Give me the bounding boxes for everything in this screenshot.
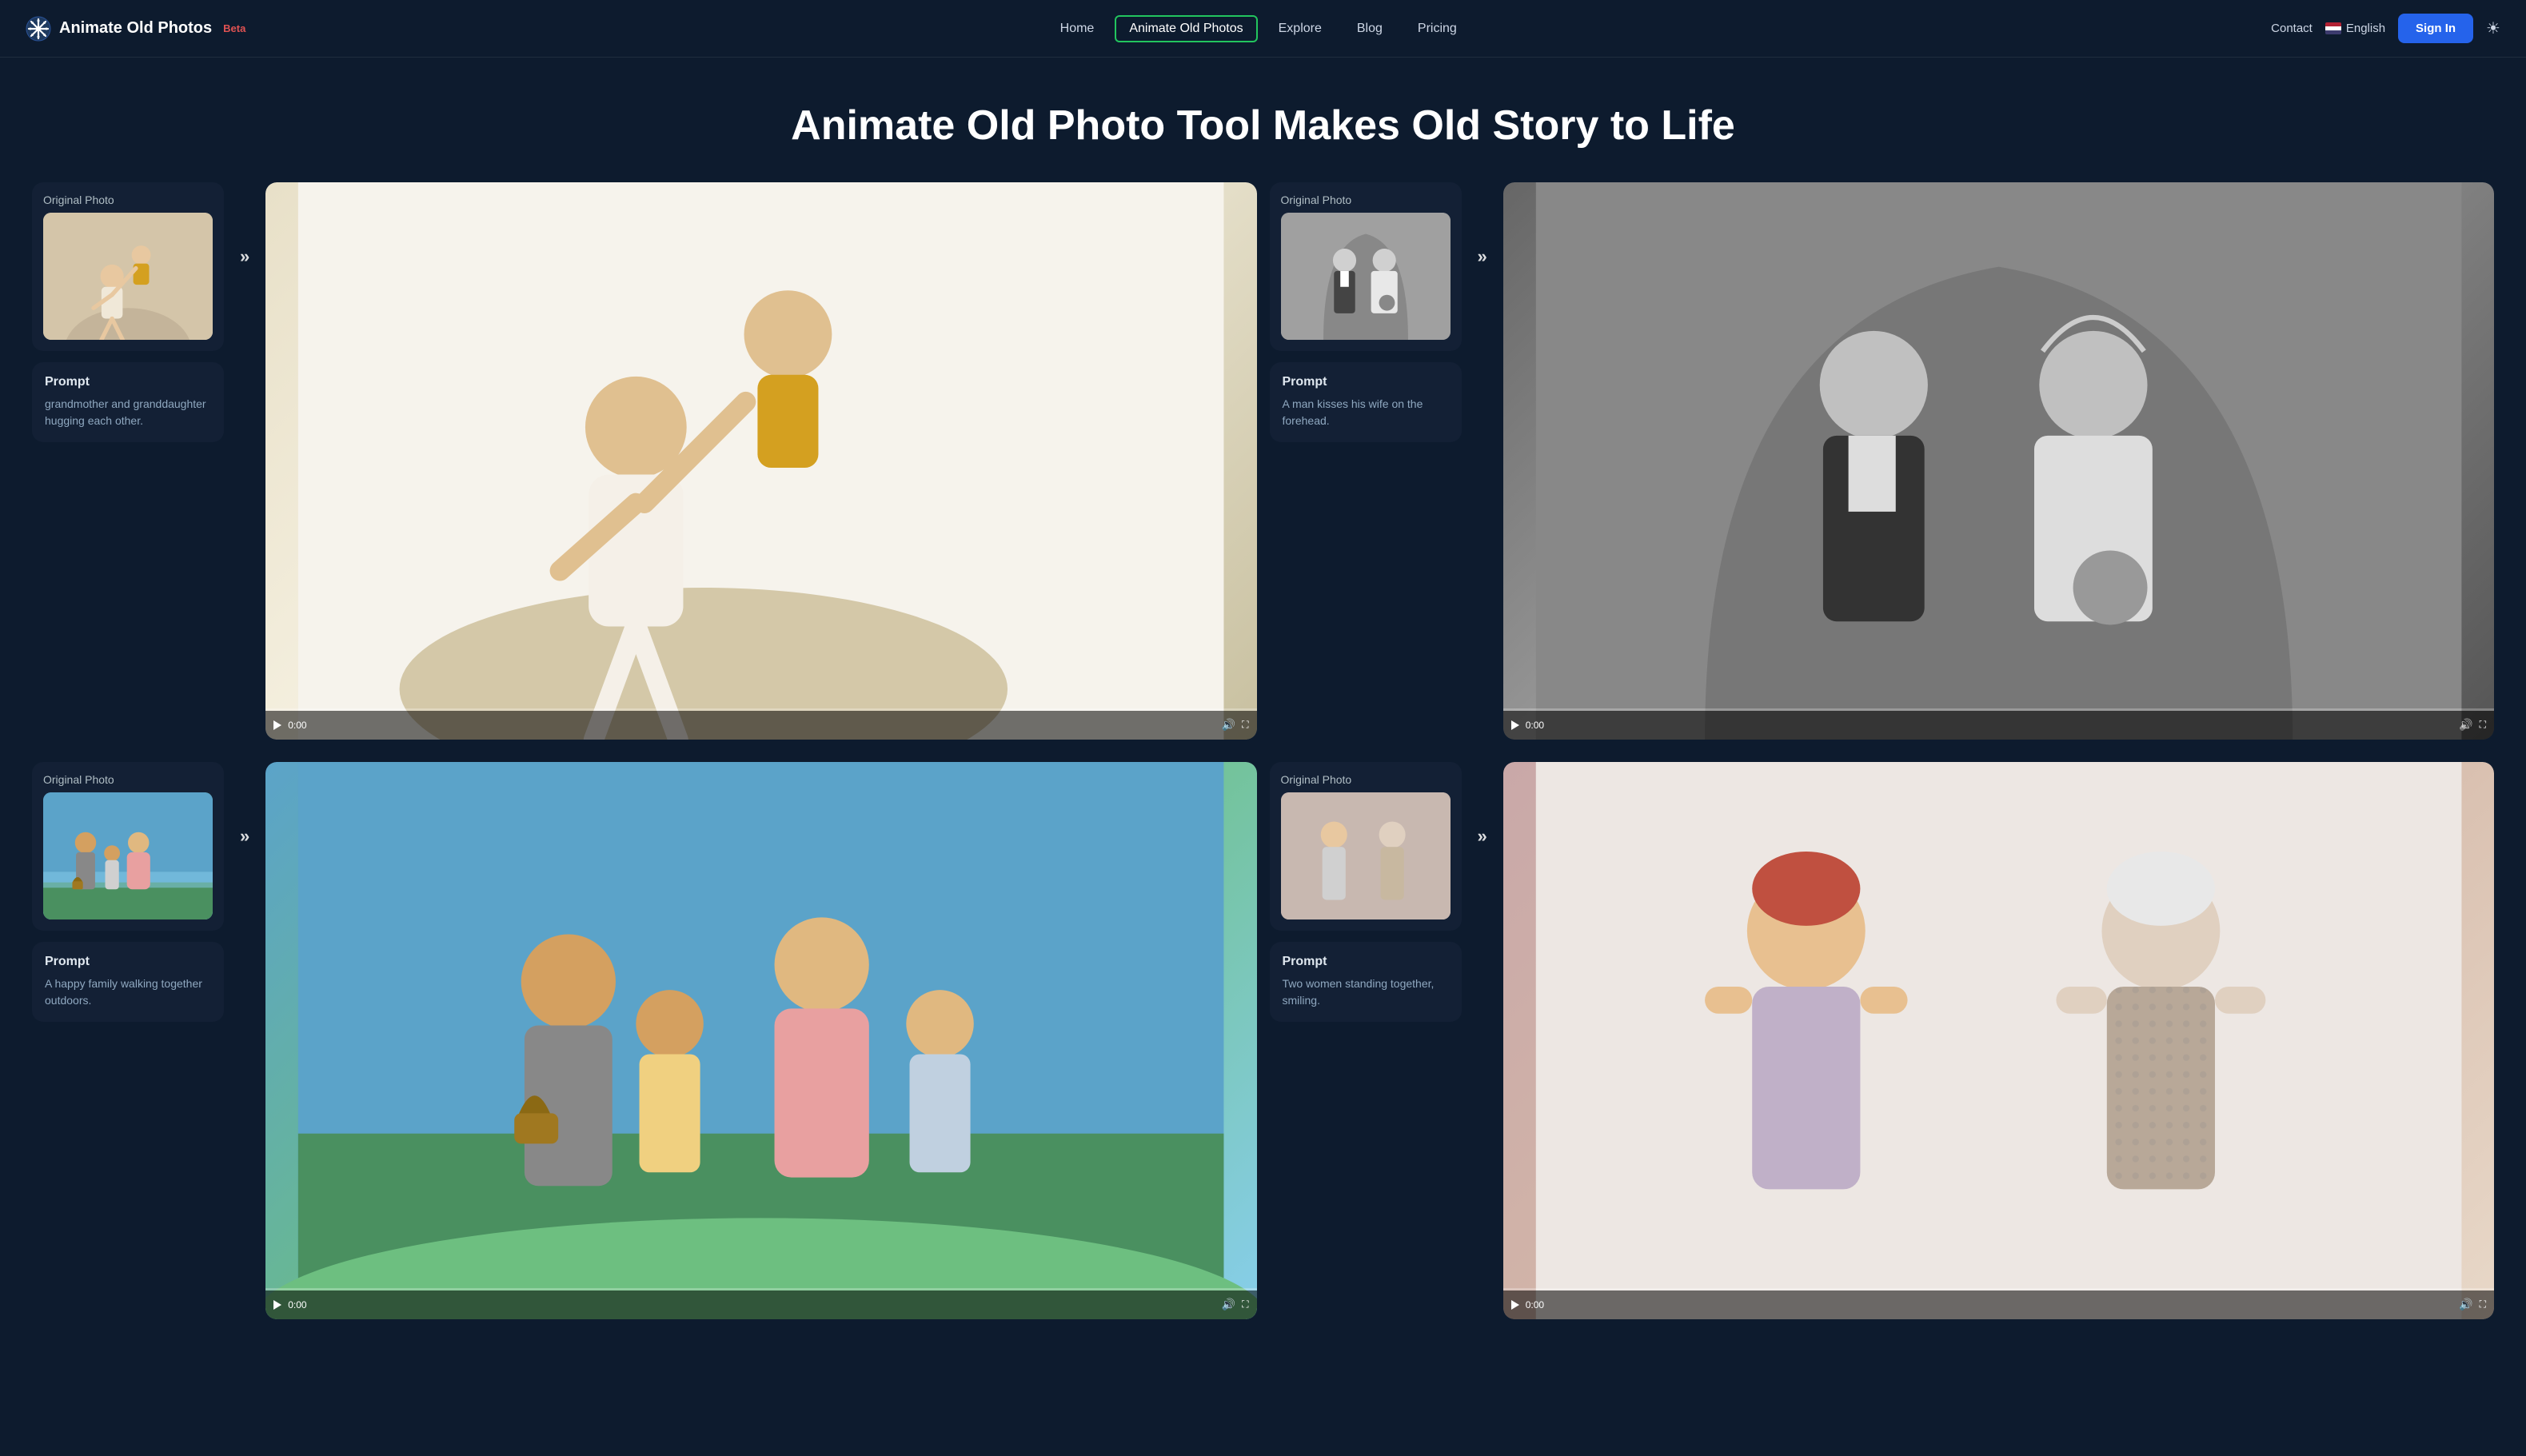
video-time-3: 0:00 xyxy=(288,1299,306,1310)
video-container-1: 0:00 🔊 ⛶ xyxy=(265,182,1256,740)
logo-icon xyxy=(26,16,51,42)
original-photo-img-3 xyxy=(43,792,213,919)
nav-pricing[interactable]: Pricing xyxy=(1403,15,1471,42)
original-photo-label-1: Original Photo xyxy=(43,193,213,206)
sign-in-button[interactable]: Sign In xyxy=(2398,14,2473,43)
language-label: English xyxy=(2346,22,2385,35)
prompt-title-2: Prompt xyxy=(1283,375,1449,389)
play-button-3[interactable] xyxy=(273,1300,281,1310)
video-card-2: 0:00 🔊 ⛶ xyxy=(1503,182,2494,740)
video-time-1: 0:00 xyxy=(288,720,306,731)
original-photo-label-2: Original Photo xyxy=(1281,193,1451,206)
nav-home[interactable]: Home xyxy=(1046,15,1109,42)
arrow-1: » xyxy=(237,182,253,267)
prompt-card-2: Prompt A man kisses his wife on the fore… xyxy=(1270,362,1462,442)
play-button-2[interactable] xyxy=(1511,720,1519,730)
language-selector[interactable]: English xyxy=(2325,22,2385,35)
video-player-3[interactable]: 0:00 🔊 ⛶ xyxy=(265,762,1256,1319)
video-controls-2: 0:00 🔊 ⛶ xyxy=(1503,711,2494,740)
video-controls-3: 0:00 🔊 ⛶ xyxy=(265,1290,1256,1319)
prompt-title-4: Prompt xyxy=(1283,955,1449,969)
nav-right: Contact English Sign In ☀ xyxy=(2271,14,2500,43)
video-controls-1: 0:00 🔊 ⛶ xyxy=(265,711,1256,740)
original-photo-img-2 xyxy=(1281,213,1451,340)
nav-animate[interactable]: Animate Old Photos xyxy=(1115,15,1257,42)
prompt-text-4: Two women standing together, smiling. xyxy=(1283,975,1449,1009)
fullscreen-icon-2[interactable]: ⛶ xyxy=(2480,719,2486,731)
video-time-2: 0:00 xyxy=(1526,720,1544,731)
hero-section: Animate Old Photo Tool Makes Old Story t… xyxy=(0,58,2526,182)
video-card-4: 0:00 🔊 ⛶ xyxy=(1503,762,2494,1319)
arrow-3: » xyxy=(237,762,253,847)
fullscreen-icon-4[interactable]: ⛶ xyxy=(2480,1298,2486,1310)
video-card-1: 0:00 🔊 ⛶ xyxy=(265,182,1256,740)
prompt-title-1: Prompt xyxy=(45,375,211,389)
original-photo-img-4 xyxy=(1281,792,1451,919)
video-container-2: 0:00 🔊 ⛶ xyxy=(1503,182,2494,740)
nav-links: Home Animate Old Photos Explore Blog Pri… xyxy=(1046,15,1471,42)
volume-icon-1[interactable]: 🔊 xyxy=(1222,718,1235,732)
prompt-title-3: Prompt xyxy=(45,955,211,969)
fullscreen-icon-1[interactable]: ⛶ xyxy=(1242,719,1248,731)
video-container-3: 0:00 🔊 ⛶ xyxy=(265,762,1256,1319)
play-button-4[interactable] xyxy=(1511,1300,1519,1310)
original-photo-img-1 xyxy=(43,213,213,340)
prompt-card-1: Prompt grandmother and granddaughter hug… xyxy=(32,362,224,442)
nav-blog[interactable]: Blog xyxy=(1343,15,1397,42)
prompt-text-1: grandmother and granddaughter hugging ea… xyxy=(45,396,211,429)
logo-text: Animate Old Photos xyxy=(59,19,212,38)
prompt-card-3: Prompt A happy family walking together o… xyxy=(32,942,224,1022)
nav-explore[interactable]: Explore xyxy=(1264,15,1336,42)
video-card-3: 0:00 🔊 ⛶ xyxy=(265,762,1256,1319)
navbar: Animate Old Photos Beta Home Animate Old… xyxy=(0,0,2526,58)
video-player-1[interactable]: 0:00 🔊 ⛶ xyxy=(265,182,1256,740)
logo[interactable]: Animate Old Photos Beta xyxy=(26,16,245,42)
flag-icon xyxy=(2325,22,2341,34)
original-photo-label-4: Original Photo xyxy=(1281,773,1451,786)
prompt-text-3: A happy family walking together outdoors… xyxy=(45,975,211,1009)
fullscreen-icon-3[interactable]: ⛶ xyxy=(1242,1298,1248,1310)
original-photo-label-3: Original Photo xyxy=(43,773,213,786)
video-container-4: 0:00 🔊 ⛶ xyxy=(1503,762,2494,1319)
photo-card-4: Original Photo xyxy=(1270,762,1462,931)
prompt-card-4: Prompt Two women standing together, smil… xyxy=(1270,942,1462,1022)
volume-icon-4[interactable]: 🔊 xyxy=(2459,1298,2472,1311)
volume-icon-2[interactable]: 🔊 xyxy=(2459,718,2472,732)
video-player-4[interactable]: 0:00 🔊 ⛶ xyxy=(1503,762,2494,1319)
photo-card-2: Original Photo xyxy=(1270,182,1462,351)
photo-card-1: Original Photo xyxy=(32,182,224,351)
prompt-text-2: A man kisses his wife on the forehead. xyxy=(1283,396,1449,429)
photo-card-3: Original Photo xyxy=(32,762,224,931)
arrow-4: » xyxy=(1474,762,1490,847)
volume-icon-3[interactable]: 🔊 xyxy=(1222,1298,1235,1311)
hero-title: Animate Old Photo Tool Makes Old Story t… xyxy=(26,102,2500,150)
contact-link[interactable]: Contact xyxy=(2271,22,2313,35)
theme-toggle-icon[interactable]: ☀ xyxy=(2486,18,2500,38)
video-player-2[interactable]: 0:00 🔊 ⛶ xyxy=(1503,182,2494,740)
play-button-1[interactable] xyxy=(273,720,281,730)
logo-beta: Beta xyxy=(223,22,245,34)
video-controls-4: 0:00 🔊 ⛶ xyxy=(1503,1290,2494,1319)
video-time-4: 0:00 xyxy=(1526,1299,1544,1310)
arrow-2: » xyxy=(1474,182,1490,267)
